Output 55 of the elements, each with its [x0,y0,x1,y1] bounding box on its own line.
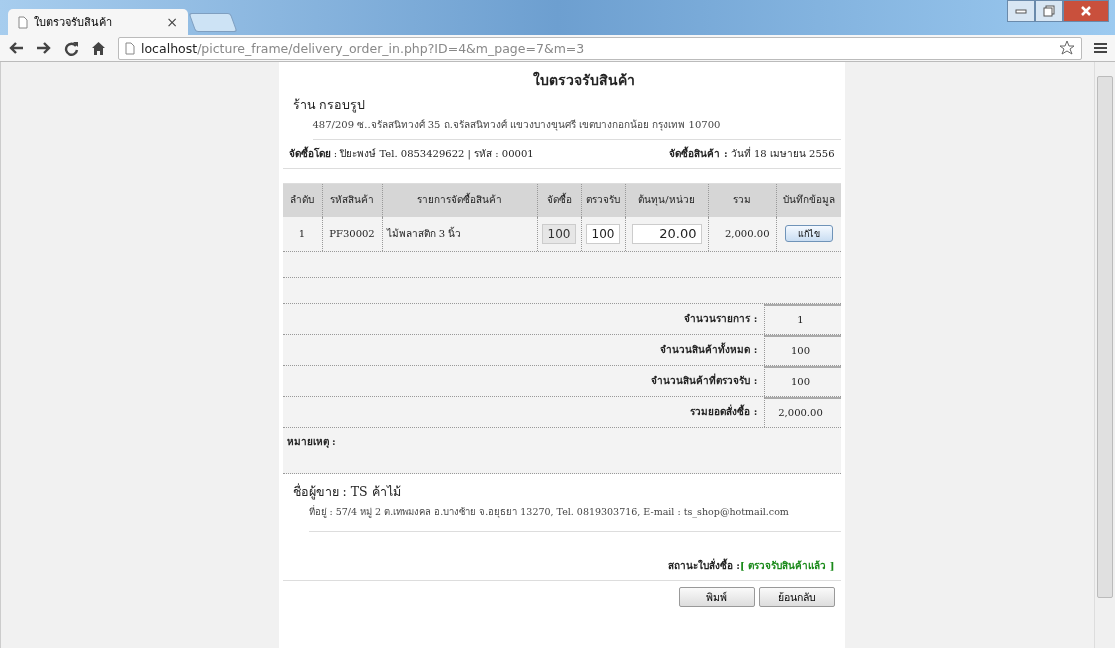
restore-button[interactable] [1035,0,1063,22]
table-cell: 2,000.00 [708,216,777,251]
summary-label: จำนวนรายการ : [282,303,765,334]
reload-icon[interactable] [64,40,79,56]
column-header: บันทึกข้อมูล [781,193,836,208]
summary-label: จำนวนสินค้าที่ตรวจรับ : [282,365,765,396]
column-header: รหัสสินค้า [322,183,383,217]
summary-value: 100 [764,334,841,365]
close-button[interactable] [1063,0,1109,22]
table-cell: ไม้พลาสติก 3 นิ้ว [382,216,538,251]
menu-icon[interactable] [1094,42,1107,54]
seller-name: ชื่อผู้ขาย : TS ค้าไม้ [292,483,402,499]
column-header: ตรวจรับ [581,183,626,217]
order-date: จัดซื้อสินค้า : วันที่ 18 เมษายน 2556 [669,147,835,160]
home-icon[interactable] [91,40,106,56]
summary-label: รวมยอดสั่งซื้อ : [282,396,765,427]
star-icon[interactable] [1059,40,1075,56]
shop-name: ร้าน กรอบรูป [292,96,367,112]
action-button[interactable]: พิมพ์ [678,587,755,608]
column-header: รวม [708,183,777,217]
unit-cost-field[interactable]: 20.00 [631,223,702,244]
scrollbar[interactable] [1094,62,1115,648]
status-value: [ ตรวจรับสินค้าแล้ว ] [740,560,835,572]
document-title: ใบตรวจรับสินค้า [532,72,636,89]
column-header: จัดซื้อ [537,183,582,217]
page-icon [18,15,28,29]
forward-icon[interactable] [36,41,52,55]
table-cell: PF30002 [322,216,383,251]
table-cell: 1 [282,216,323,251]
page-icon [125,41,135,55]
seller-address: ที่อยู่ : 57/4 หมู่ 2 ต.เทพมงคล อ.บางซ้าย จ.อยุธยา 13270, Tel. 0819303716, E-mail : ts_shop@hotmail.com [308,505,841,533]
summary-label: จำนวนสินค้าทั้งหมด : [282,334,765,365]
summary-value: 1 [764,303,841,334]
received-field[interactable]: 100 [586,223,620,244]
close-icon [1080,6,1092,16]
buyer-info: จัดซื้อโดย : ปิยะพงษ์ Tel. 0853429622 | รหัส : 00001 [288,147,534,160]
shop-address: 487/209 ซ..จรัลสนิทวงศ์ 35 ถ.จรัลสนิทวงศ์ แขวงบางขุนศรี เขตบางกอกน้อย กรุงเทพ 10700 [312,118,841,140]
tab-title: ใบตรวจรับสินค้า [34,15,113,31]
action-button[interactable]: ย้อนกลับ [758,587,835,608]
address-bar[interactable]: localhost/picture_frame/delivery_order_in.php?ID=4&m_page=7&m=3 [118,36,1082,60]
status-label: สถานะใบสั่งซื้อ : [667,560,741,572]
back-icon[interactable] [8,41,24,55]
minimize-button[interactable] [1007,0,1035,22]
tab-close-button[interactable]: × [166,14,178,30]
restore-icon [1043,5,1055,17]
summary-value: 100 [764,365,841,396]
edit-button[interactable]: แก้ไข [784,225,833,243]
browser-tab[interactable]: ใบตรวจรับสินค้า × [8,9,188,35]
column-header: ต้นทุน/หน่วย [625,183,709,217]
remark-label: หมายเหตุ : [286,435,336,447]
column-header: รายการจัดซื้อสินค้า [382,183,538,217]
column-header: ลำดับ [282,183,323,217]
summary-value: 2,000.00 [764,396,841,427]
minimize-icon [1015,8,1027,14]
url-text: localhost/picture_frame/delivery_order_in.php?ID=4&m_page=7&m=3 [141,40,586,56]
